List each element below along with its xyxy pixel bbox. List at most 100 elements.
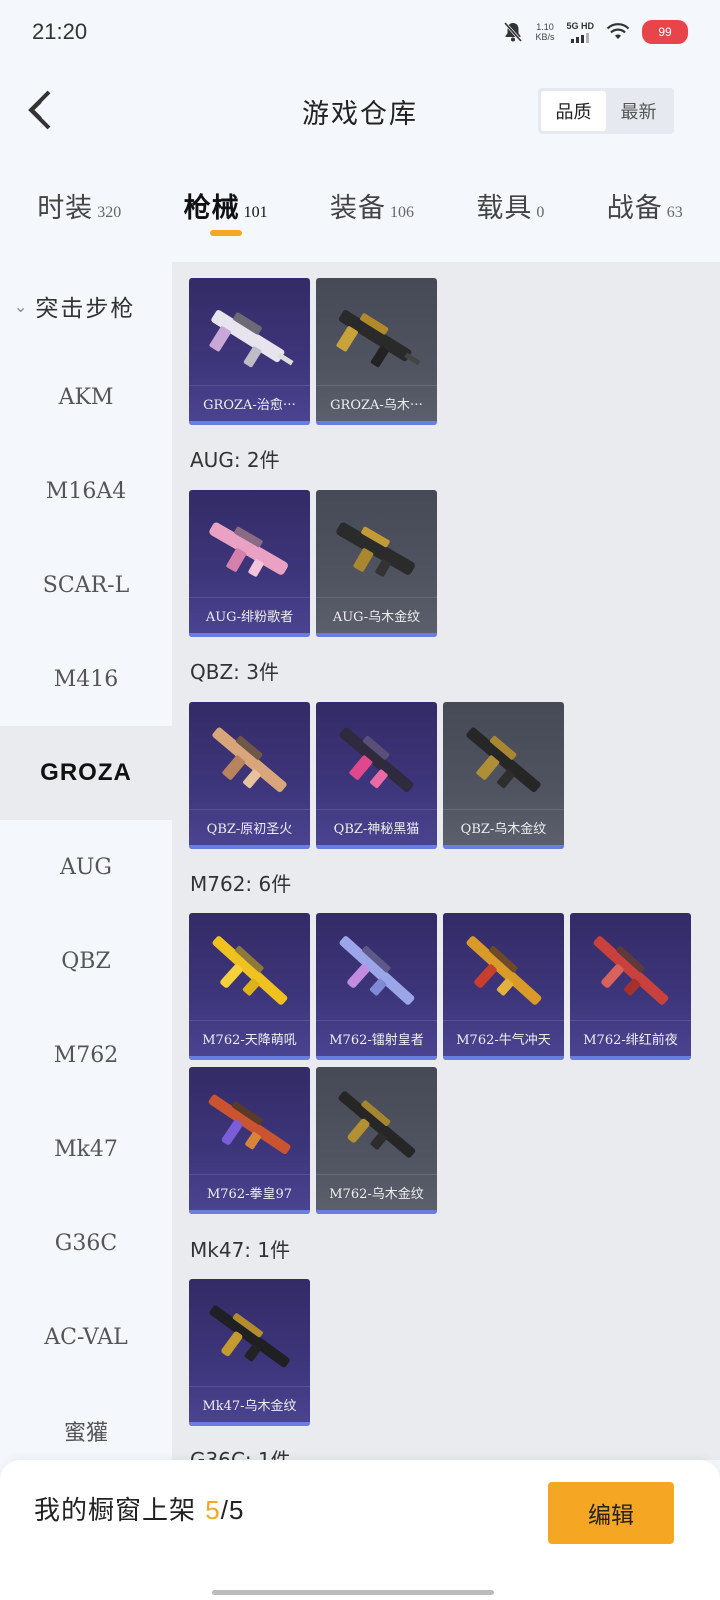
- status-icons: 1.10 KB/s 5G HD 99: [503, 20, 688, 44]
- rifle-skin-icon: [593, 936, 669, 1005]
- weapon-card-name: M762-镭射皇者: [316, 1020, 437, 1056]
- battery-icon: 99: [642, 20, 688, 44]
- chevron-down-icon: ⌄: [14, 296, 30, 316]
- sidebar-group-label: 突击步枪: [35, 296, 136, 322]
- rifle-skin-icon: [212, 936, 288, 1005]
- rifle-skin-icon: [336, 522, 415, 577]
- weapon-card[interactable]: QBZ-乌木金纹: [443, 702, 564, 849]
- rifle-skin-icon: [209, 310, 294, 368]
- tab-label: 载具: [476, 193, 533, 224]
- weapon-card[interactable]: QBZ-神秘黑猫: [316, 702, 437, 849]
- signal-5g-icon: 5G HD: [566, 21, 594, 43]
- network-speed-unit: KB/s: [535, 32, 555, 42]
- weapon-card-name: QBZ-神秘黑猫: [316, 809, 437, 845]
- showcase-label: 我的橱窗上架: [34, 1496, 197, 1526]
- weapon-grid: GROZA-治愈⋯ GROZA-乌木⋯ AUG: 2件 AUG-绯粉歌者 AUG…: [172, 262, 720, 1460]
- sidebar-item-scar-l[interactable]: SCAR-L: [0, 538, 172, 632]
- showcase-status: 我的橱窗上架 5/5: [34, 1490, 244, 1527]
- weapon-card[interactable]: AUG-乌木金纹: [316, 490, 437, 637]
- status-time: 21:20: [32, 19, 88, 44]
- rifle-skin-icon: [208, 1094, 291, 1155]
- rifle-skin-icon: [336, 310, 421, 368]
- weapon-card[interactable]: M762-牛气冲天: [443, 913, 564, 1060]
- rifle-skin-icon: [339, 936, 415, 1005]
- tab-equipment[interactable]: 装备 106: [330, 176, 414, 232]
- edit-button[interactable]: 编辑: [548, 1482, 674, 1544]
- card-quality-strip: [570, 1056, 691, 1060]
- network-speed-value: 1.10: [536, 22, 554, 32]
- weapon-card-name: M762-拳皇97: [189, 1174, 310, 1210]
- header: 游戏仓库 品质 最新: [0, 72, 720, 148]
- showcase-separator: /: [220, 1495, 229, 1525]
- card-quality-strip: [189, 421, 310, 425]
- sidebar-item-akm[interactable]: AKM: [0, 350, 172, 444]
- weapon-card[interactable]: M762-绯红前夜: [570, 913, 691, 1060]
- weapon-card[interactable]: Mk47-乌木金纹: [189, 1279, 310, 1426]
- card-quality-strip: [189, 633, 310, 637]
- sort-newest-option[interactable]: 最新: [606, 91, 671, 131]
- sidebar-item-m762[interactable]: M762: [0, 1008, 172, 1102]
- tab-battle-prep[interactable]: 战备 63: [607, 176, 683, 232]
- sidebar-item-m416[interactable]: M416: [0, 632, 172, 726]
- sort-quality-option[interactable]: 品质: [541, 91, 606, 131]
- weapon-card-name: QBZ-乌木金纹: [443, 809, 564, 845]
- weapon-card[interactable]: GROZA-治愈⋯: [189, 278, 310, 425]
- section-label-mk47: Mk47: 1件: [190, 1238, 291, 1262]
- weapon-card[interactable]: AUG-绯粉歌者: [189, 490, 310, 637]
- battery-level: 99: [658, 25, 672, 39]
- card-quality-strip: [189, 1056, 310, 1060]
- card-quality-strip: [316, 845, 437, 849]
- card-quality-strip: [189, 1422, 310, 1426]
- weapon-card[interactable]: M762-乌木金纹: [316, 1067, 437, 1214]
- rifle-skin-icon: [466, 936, 542, 1005]
- weapon-card[interactable]: M762-天降萌吼: [189, 913, 310, 1060]
- weapon-card[interactable]: QBZ-原初圣火: [189, 702, 310, 849]
- rifle-skin-icon: [212, 727, 287, 793]
- tab-count: 63: [666, 204, 683, 221]
- showcase-total-count: 5: [228, 1495, 245, 1525]
- card-quality-strip: [189, 1210, 310, 1214]
- sidebar-item-m16a4[interactable]: M16A4: [0, 444, 172, 538]
- card-quality-strip: [189, 845, 310, 849]
- showcase-bar: 我的橱窗上架 5/5 编辑: [0, 1460, 720, 1600]
- section-label-aug: AUG: 2件: [190, 448, 280, 472]
- network-speed: 1.10 KB/s: [535, 22, 554, 42]
- card-quality-strip: [443, 1056, 564, 1060]
- sidebar-item-groza[interactable]: GROZA: [0, 726, 172, 820]
- weapon-card-name: M762-牛气冲天: [443, 1020, 564, 1056]
- section-label-g36c: G36C: 1件: [190, 1448, 291, 1460]
- sidebar-item-qbz[interactable]: QBZ: [0, 914, 172, 1008]
- weapon-card[interactable]: M762-镭射皇者: [316, 913, 437, 1060]
- tab-count: 0: [536, 204, 545, 221]
- card-quality-strip: [316, 421, 437, 425]
- rifle-skin-icon: [209, 522, 288, 577]
- weapon-card[interactable]: GROZA-乌木⋯: [316, 278, 437, 425]
- rifle-skin-icon: [339, 727, 414, 793]
- status-bar: 21:20 1.10 KB/s 5G HD 99: [0, 0, 720, 64]
- weapon-card-name: AUG-乌木金纹: [316, 597, 437, 633]
- rifle-skin-icon: [466, 727, 541, 793]
- tab-count: 106: [389, 204, 414, 221]
- sidebar-item-ac-val[interactable]: AC-VAL: [0, 1290, 172, 1384]
- card-quality-strip: [316, 633, 437, 637]
- showcase-current-count: 5: [205, 1495, 221, 1525]
- category-tabs: 时装 320 枪械 101 装备 106 载具 0 战备 63: [0, 176, 720, 246]
- sidebar-group-assault-rifles[interactable]: ⌄ 突击步枪: [0, 262, 172, 350]
- sidebar-item-mk47[interactable]: Mk47: [0, 1102, 172, 1196]
- home-indicator[interactable]: [212, 1590, 494, 1595]
- sidebar-item-aug[interactable]: AUG: [0, 820, 172, 914]
- wifi-icon: [606, 23, 630, 41]
- weapon-card-name: GROZA-乌木⋯: [316, 385, 437, 421]
- tab-fashion[interactable]: 时装 320: [37, 176, 121, 232]
- card-quality-strip: [316, 1210, 437, 1214]
- weapon-sidebar: ⌄ 突击步枪 AKM M16A4 SCAR-L M416 GROZA AUG Q…: [0, 262, 172, 1462]
- tab-label: 时装: [37, 193, 94, 224]
- card-quality-strip: [443, 845, 564, 849]
- sidebar-item-g36c[interactable]: G36C: [0, 1196, 172, 1290]
- weapon-card-name: GROZA-治愈⋯: [189, 385, 310, 421]
- tab-vehicles[interactable]: 载具 0: [476, 176, 544, 232]
- network-type: 5G HD: [566, 21, 594, 31]
- tab-firearms[interactable]: 枪械 101: [184, 176, 268, 236]
- weapon-card-name: Mk47-乌木金纹: [189, 1386, 310, 1422]
- weapon-card[interactable]: M762-拳皇97: [189, 1067, 310, 1214]
